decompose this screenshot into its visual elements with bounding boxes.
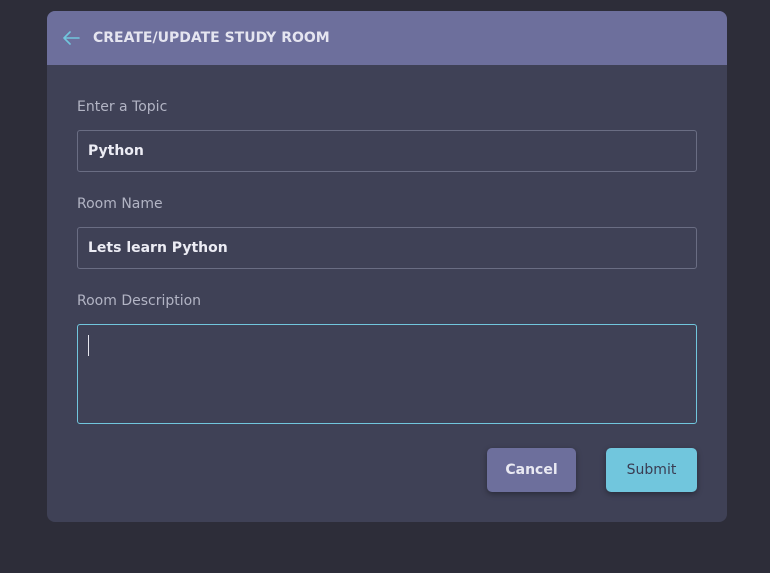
- topic-value: Python: [88, 143, 144, 159]
- create-room-card: CREATE/UPDATE STUDY ROOM Enter a Topic P…: [47, 11, 727, 522]
- topic-label: Enter a Topic: [77, 99, 168, 115]
- arrow-left-icon[interactable]: [61, 28, 81, 48]
- room-name-input[interactable]: Lets learn Python: [77, 227, 697, 269]
- topic-field-group: Enter a Topic Python: [77, 97, 697, 172]
- room-description-textarea[interactable]: [77, 324, 697, 424]
- form-body: Enter a Topic Python Room Name Lets lear…: [47, 65, 727, 424]
- room-name-label: Room Name: [77, 196, 163, 212]
- topic-input[interactable]: Python: [77, 130, 697, 172]
- room-description-label: Room Description: [77, 293, 202, 309]
- room-name-field-group: Room Name Lets learn Python: [77, 194, 697, 269]
- page-title: CREATE/UPDATE STUDY ROOM: [93, 30, 330, 46]
- text-caret: [88, 335, 89, 356]
- room-name-value: Lets learn Python: [88, 240, 228, 256]
- submit-button[interactable]: Submit: [606, 448, 697, 492]
- form-actions: Cancel Submit: [487, 448, 697, 492]
- cancel-button[interactable]: Cancel: [487, 448, 576, 492]
- room-description-field-group: Room Description: [77, 291, 697, 424]
- card-header: CREATE/UPDATE STUDY ROOM: [47, 11, 727, 65]
